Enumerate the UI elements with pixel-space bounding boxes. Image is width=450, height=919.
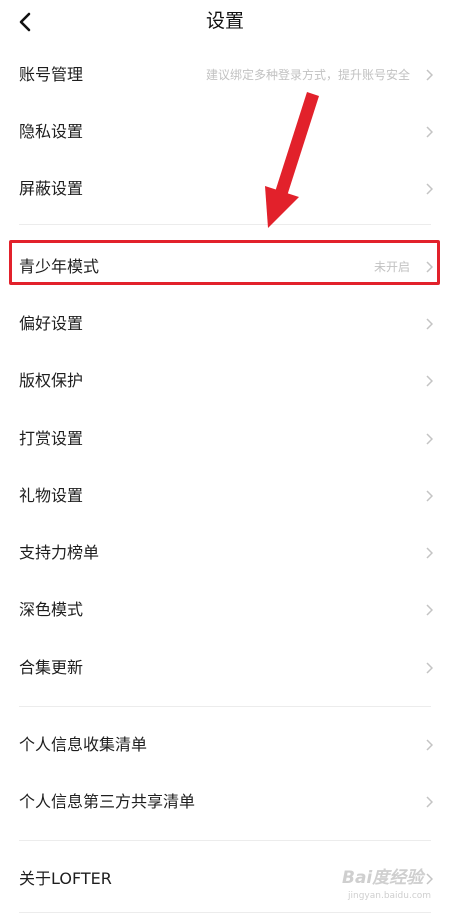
chevron-right-icon [425,661,433,674]
section-divider [19,224,431,225]
chevron-right-icon [425,182,433,195]
settings-item-label: 合集更新 [19,657,84,677]
settings-item-hint: 建议绑定多种登录方式，提升账号安全 [205,67,410,82]
chevron-right-icon [425,489,433,502]
settings-item-label: 版权保护 [19,370,84,390]
section-divider [19,912,431,913]
chevron-right-icon [425,795,433,808]
settings-item-label: 打赏设置 [19,428,84,448]
settings-item-label: 个人信息第三方共享清单 [19,791,196,811]
settings-item-collection-updates[interactable]: 合集更新 [0,639,450,696]
settings-item-personal-info-list[interactable]: 个人信息收集清单 [0,716,450,773]
settings-item-label: 关于LOFTER [19,868,112,888]
section-divider [19,706,431,707]
settings-item-block[interactable]: 屏蔽设置 [0,160,450,217]
settings-item-label: 隐私设置 [19,121,84,141]
chevron-right-icon [425,432,433,445]
settings-item-support-ranking[interactable]: 支持力榜单 [0,524,450,581]
settings-item-about[interactable]: 关于LOFTER [0,850,450,907]
settings-item-teen-mode[interactable]: 青少年模式 未开启 [0,238,450,295]
settings-item-label: 深色模式 [19,599,84,619]
settings-item-label: 礼物设置 [19,485,84,505]
settings-item-gifts[interactable]: 礼物设置 [0,467,450,524]
settings-item-account[interactable]: 账号管理 建议绑定多种登录方式，提升账号安全 [0,46,450,103]
settings-item-copyright[interactable]: 版权保护 [0,352,450,409]
chevron-right-icon [425,317,433,330]
settings-item-preferences[interactable]: 偏好设置 [0,295,450,352]
chevron-right-icon [425,738,433,751]
chevron-right-icon [425,125,433,138]
settings-page: 设置 账号管理 建议绑定多种登录方式，提升账号安全 隐私设置 屏蔽设置 青少年模… [0,0,450,919]
chevron-right-icon [425,872,433,885]
chevron-right-icon [425,374,433,387]
chevron-right-icon [425,603,433,616]
settings-item-privacy[interactable]: 隐私设置 [0,103,450,160]
settings-item-tipping[interactable]: 打赏设置 [0,410,450,467]
settings-item-label: 偏好设置 [19,313,84,333]
settings-item-label: 账号管理 [19,64,84,84]
page-title: 设置 [205,10,244,32]
settings-item-label: 屏蔽设置 [19,178,84,198]
section-divider [19,840,431,841]
chevron-right-icon [425,260,433,273]
settings-item-label: 青少年模式 [19,256,100,276]
header: 设置 [0,0,450,44]
settings-item-status: 未开启 [373,259,410,274]
settings-item-third-party-sharing[interactable]: 个人信息第三方共享清单 [0,773,450,830]
settings-item-label: 个人信息收集清单 [19,734,148,754]
settings-item-label: 支持力榜单 [19,542,100,562]
settings-item-dark-mode[interactable]: 深色模式 [0,581,450,638]
chevron-right-icon [425,546,433,559]
chevron-right-icon [425,68,433,81]
